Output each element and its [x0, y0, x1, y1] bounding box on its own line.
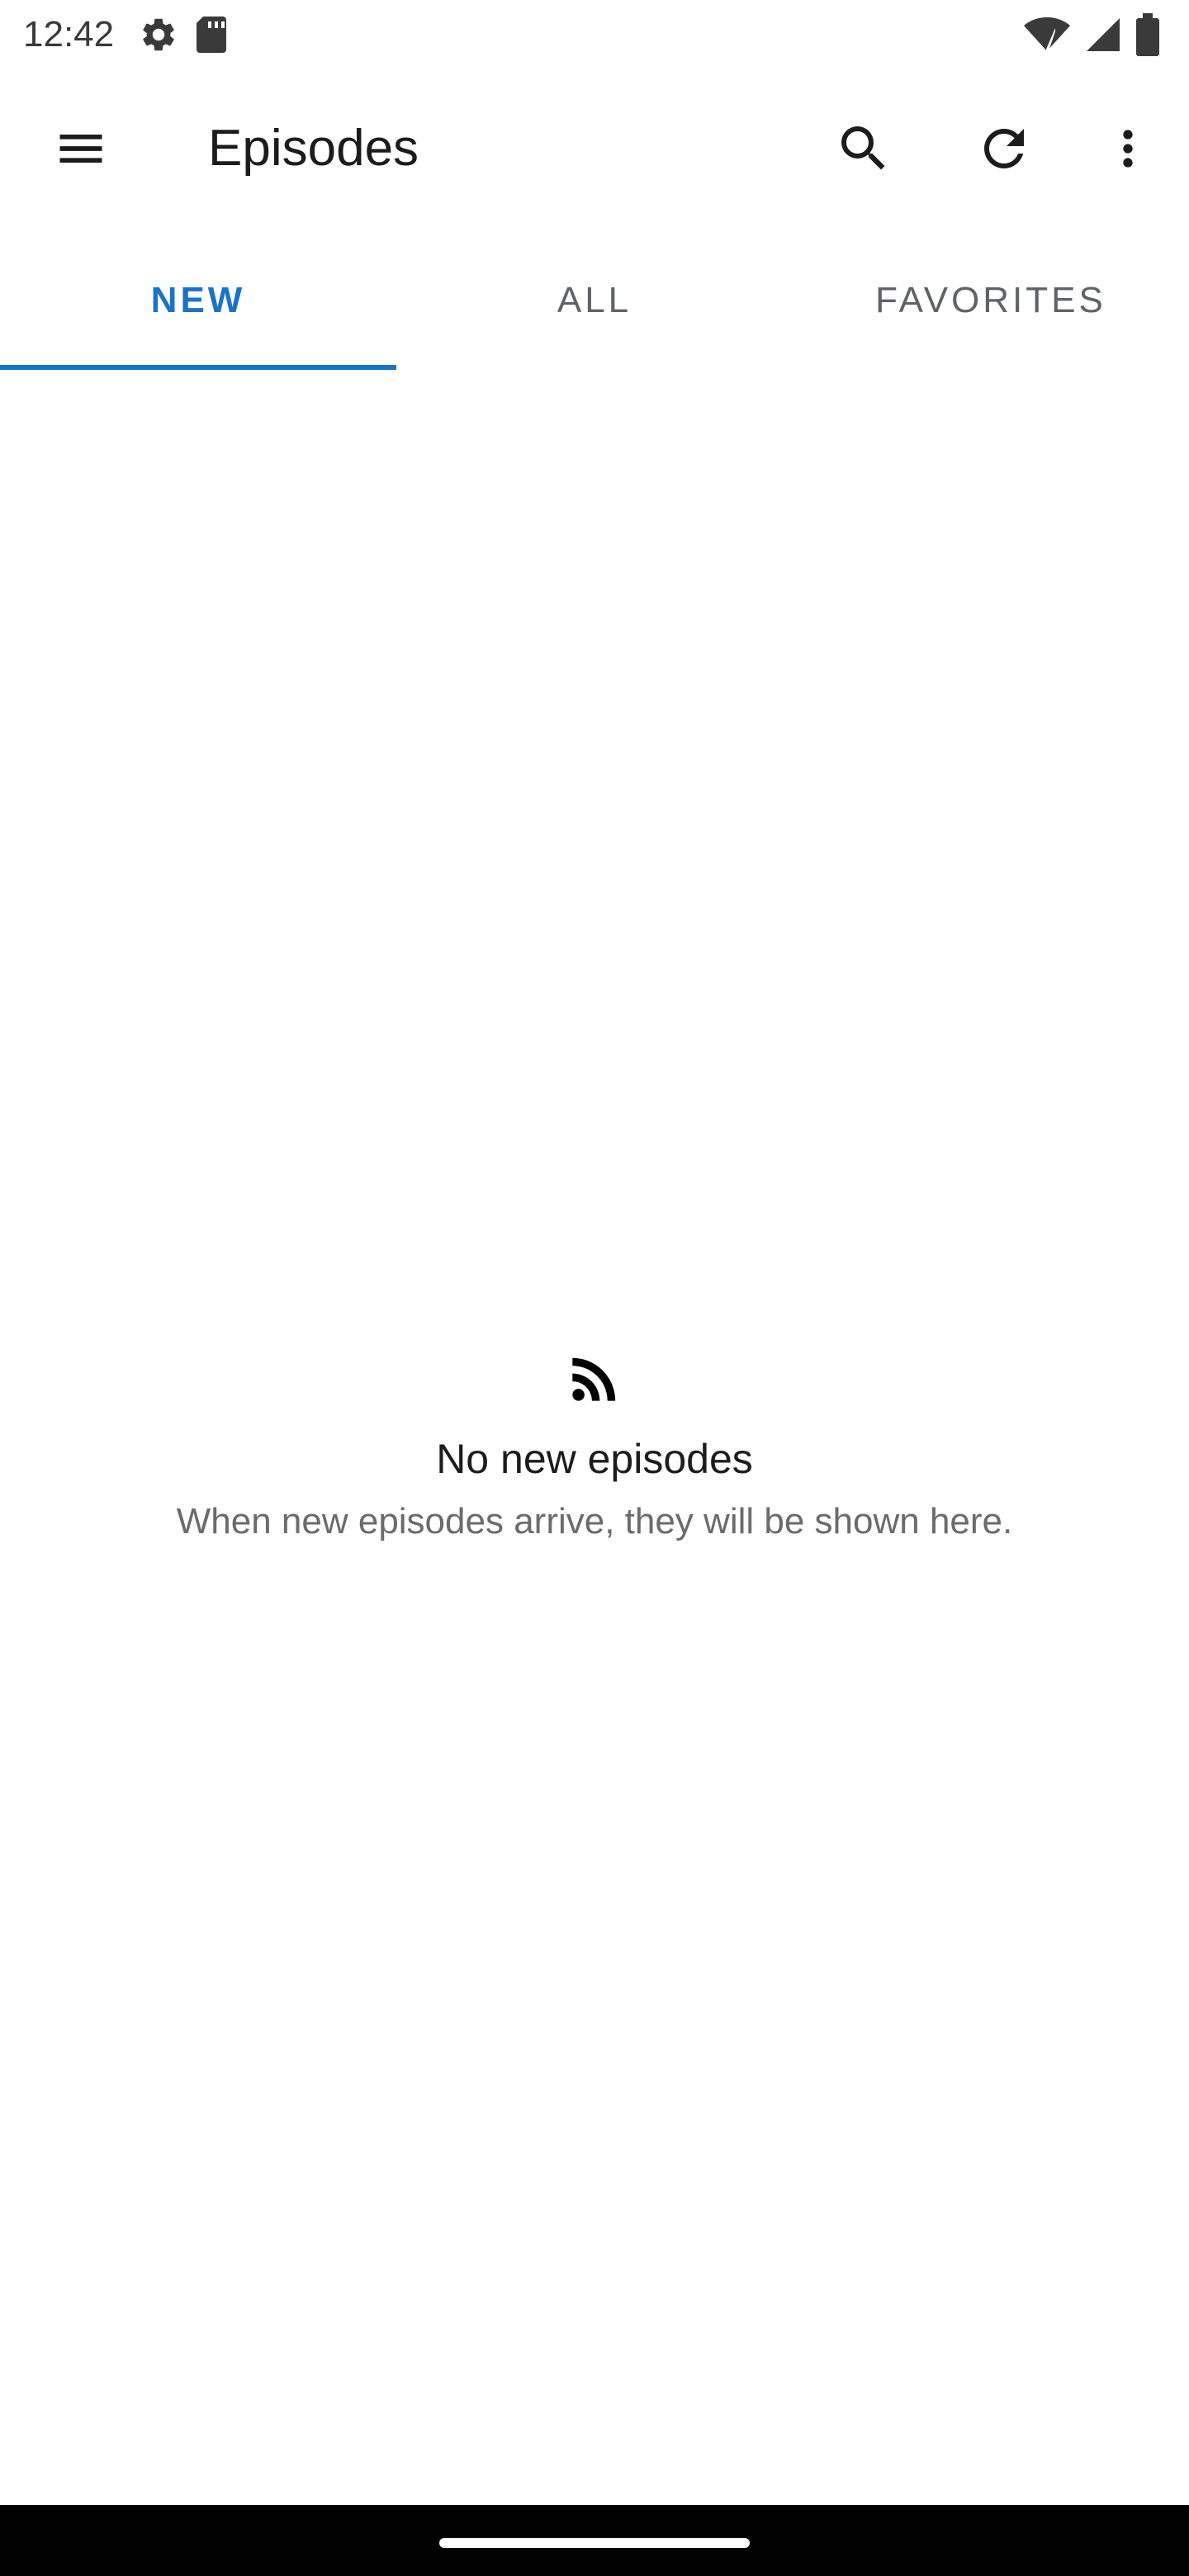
app-bar: Episodes: [0, 69, 1189, 231]
more-options-button[interactable]: [1082, 102, 1174, 195]
empty-state-title: No new episodes: [436, 1436, 753, 1482]
menu-icon: [59, 135, 102, 163]
status-bar: 12:42: [0, 0, 1189, 69]
more-vert-icon: [1123, 130, 1133, 168]
battery-icon: [1136, 13, 1159, 56]
screen: 12:42 Episodes NEW ALL FAVORITES No new …: [0, 0, 1189, 2576]
tab-new[interactable]: NEW: [0, 231, 396, 370]
sd-card-icon: [197, 17, 226, 53]
system-nav-bar: [0, 2505, 1189, 2576]
status-right-icons: [1024, 10, 1159, 59]
tab-label: FAVORITES: [875, 280, 1106, 320]
empty-state-subtitle: When new episodes arrive, they will be s…: [176, 1501, 1013, 1541]
refresh-button[interactable]: [958, 102, 1050, 195]
refresh-icon: [984, 129, 1024, 168]
tab-label: ALL: [557, 280, 632, 320]
home-gesture-handle[interactable]: [439, 2538, 750, 2548]
tab-indicator: [0, 365, 396, 370]
tab-all[interactable]: ALL: [396, 231, 793, 370]
wifi-icon: [1024, 17, 1070, 51]
status-time: 12:42: [23, 14, 115, 54]
settings-icon: [143, 18, 174, 51]
signal-icon: [1087, 18, 1120, 51]
rss-feed-icon: [572, 1357, 616, 1401]
search-icon: [841, 126, 885, 170]
tab-bar: NEW ALL FAVORITES: [0, 231, 1189, 370]
status-left-icons: [139, 12, 230, 58]
search-button[interactable]: [817, 102, 910, 195]
page-title: Episodes: [208, 120, 419, 177]
tab-favorites[interactable]: FAVORITES: [793, 231, 1189, 370]
menu-button[interactable]: [35, 102, 127, 195]
tab-label: NEW: [150, 280, 246, 320]
empty-state: No new episodes When new episodes arrive…: [0, 1346, 1189, 1542]
